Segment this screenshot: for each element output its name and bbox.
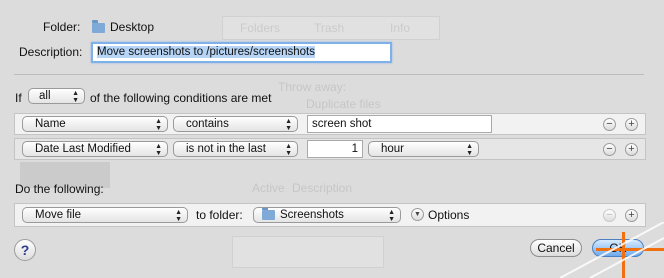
bg-duplicate: Duplicate files [306,97,381,111]
condition-value-field[interactable]: screen shot [307,115,492,133]
conditions-suffix: of the following conditions are met [90,91,272,105]
amount-value: 1 [351,143,358,155]
condition-operator: contains [186,118,229,130]
condition-operator-popup[interactable]: contains ▲ ▼ [173,116,298,132]
unit-value: hour [381,143,405,155]
bg-tab-info: Info [390,21,411,35]
bg-list [232,236,384,268]
corner-lines-icon [560,222,664,278]
folder-label: Folder: [43,20,81,34]
popup-arrows-icon: ▲ ▼ [466,143,473,157]
add-condition-button[interactable]: + [625,143,638,156]
remove-action-button[interactable]: − [603,209,616,222]
help-button[interactable]: ? [14,239,36,261]
remove-condition-button[interactable]: − [603,143,616,156]
condition-value: screen shot [312,118,372,130]
folder-name: Desktop [110,20,155,34]
amount-field[interactable]: 1 [307,140,363,158]
bg-active: Active [252,181,285,195]
bg-tab-trash: Trash [314,21,345,35]
condition-attribute: Name [35,118,66,130]
to-folder-label: to folder: [196,208,243,222]
popup-arrows-icon: ▲ ▼ [72,90,79,104]
condition-operator-popup[interactable]: is not in the last ▲ ▼ [173,141,298,157]
condition-attribute: Date Last Modified [35,143,131,155]
options-disclosure-icon[interactable]: ▼ [411,208,424,221]
folder-icon [92,19,105,33]
if-label: If [15,91,22,105]
popup-arrows-icon: ▲ ▼ [285,118,292,132]
action-type-popup[interactable]: Move file ▲ ▼ [22,207,188,223]
description-label: Description: [19,45,83,59]
remove-condition-button[interactable]: − [603,118,616,131]
condition-operator: is not in the last [186,143,266,155]
description-field[interactable]: Move screenshots to /pictures/screenshot… [91,42,392,63]
add-condition-button[interactable]: + [625,118,638,131]
popup-arrows-icon: ▲ ▼ [175,209,182,223]
target-folder-popup[interactable]: Screenshots ▲ ▼ [253,207,401,223]
popup-arrows-icon: ▲ ▼ [155,118,162,132]
bg-throw-away: Throw away: [278,80,347,94]
popup-arrows-icon: ▲ ▼ [155,143,162,157]
actions-header: Do the following: [15,182,104,196]
condition-attribute-popup[interactable]: Name ▲ ▼ [22,116,168,132]
folder-value: Desktop [92,19,155,34]
folder-icon [262,208,275,220]
match-value: all [39,90,51,102]
action-type: Move file [35,209,82,221]
target-folder: Screenshots [280,209,344,221]
condition-attribute-popup[interactable]: Date Last Modified ▲ ▼ [22,141,168,157]
unit-popup[interactable]: hour ▲ ▼ [368,141,479,157]
description-value: Move screenshots to /pictures/screenshot… [97,46,315,58]
bg-tab-folders: Folders [240,21,281,35]
separator [14,74,644,75]
popup-arrows-icon: ▲ ▼ [388,209,395,223]
add-action-button[interactable]: + [625,209,638,222]
options-label[interactable]: Options [428,208,469,222]
bg-desc: Description [292,181,353,195]
match-popup[interactable]: all ▲ ▼ [28,88,85,104]
popup-arrows-icon: ▲ ▼ [285,143,292,157]
